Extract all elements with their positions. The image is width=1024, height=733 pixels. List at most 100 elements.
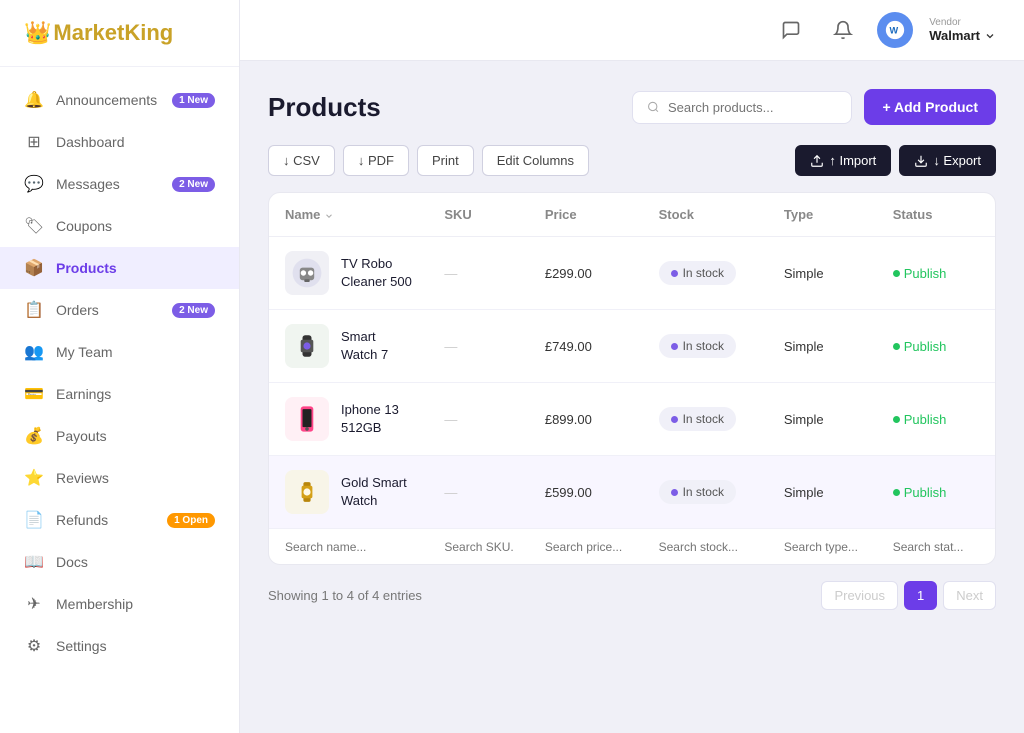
table-header-row: Name SKU Price Stock Type Status [269,193,995,237]
chat-icon[interactable] [773,12,809,48]
page-1-button[interactable]: 1 [904,581,937,610]
prev-page-button[interactable]: Previous [821,581,898,610]
cell-status-4: Publish [877,456,995,529]
table-row[interactable]: Iphone 13 512GB — £899.00 In stock Simpl… [269,383,995,456]
cell-type-2: Simple [768,310,877,383]
edit-columns-button[interactable]: Edit Columns [482,145,589,176]
sidebar-label-dashboard: Dashboard [56,134,215,150]
search-stock-input[interactable] [659,540,752,554]
coupons-icon: 🏷 [24,216,44,236]
sidebar-item-orders[interactable]: 📋 Orders 2 New [0,289,239,331]
table-row[interactable]: Gold Smart Watch — £599.00 In stock Simp… [269,456,995,529]
search-type-input[interactable] [784,540,861,554]
col-type: Type [768,193,877,237]
csv-button[interactable]: ↓ CSV [268,145,335,176]
sidebar-item-earnings[interactable]: 💳 Earnings [0,373,239,415]
product-name-1: TV Robo Cleaner 500 [341,255,412,291]
sidebar-item-settings[interactable]: ⚙ Settings [0,625,239,667]
cell-type-3: Simple [768,383,877,456]
sidebar-label-payouts: Payouts [56,428,215,444]
table-row[interactable]: Smart Watch 7 — £749.00 In stock Simple … [269,310,995,383]
cell-stock-2: In stock [643,310,768,383]
export-button[interactable]: ↓ Export [899,145,996,176]
toolbar-right: ↑ Import ↓ Export [795,145,996,176]
sort-icon [324,211,334,221]
sidebar-item-myteam[interactable]: 👥 My Team [0,331,239,373]
search-price-input[interactable] [545,540,627,554]
search-name-input[interactable] [285,540,412,554]
search-box[interactable] [632,91,852,124]
search-input[interactable] [668,100,838,115]
status-dot [893,270,900,277]
sidebar-item-products[interactable]: 📦 Products [0,247,239,289]
next-page-button[interactable]: Next [943,581,996,610]
orders-icon: 📋 [24,300,44,320]
cell-sku-4: — [428,456,529,529]
cell-status-2: Publish [877,310,995,383]
export-icon [914,154,928,168]
sidebar-item-payouts[interactable]: 💰 Payouts [0,415,239,457]
cell-type-1: Simple [768,237,877,310]
sidebar-item-refunds[interactable]: 📄 Refunds 1 Open [0,499,239,541]
svg-text:W: W [890,26,899,36]
page-title: Products [268,92,381,123]
sidebar-label-earnings: Earnings [56,386,215,402]
settings-icon: ⚙ [24,636,44,656]
sidebar-item-membership[interactable]: ✈ Membership [0,583,239,625]
stock-dot [671,416,678,423]
print-button[interactable]: Print [417,145,474,176]
toolbar-left: ↓ CSV ↓ PDF Print Edit Columns [268,145,589,176]
col-name[interactable]: Name [269,193,428,237]
pagination-controls: Previous 1 Next [821,581,996,610]
sidebar-label-refunds: Refunds [56,512,167,528]
sidebar-nav: 🔔 Announcements 1 New ⊞ Dashboard 💬 Mess… [0,67,239,733]
status-dot [893,489,900,496]
bell-icon[interactable] [825,12,861,48]
stock-dot [671,343,678,350]
sidebar-item-coupons[interactable]: 🏷 Coupons [0,205,239,247]
vendor-avatar[interactable]: W [877,12,913,48]
logo-name-end: King [124,20,173,45]
product-name-2: Smart Watch 7 [341,328,412,364]
sidebar-item-announcements[interactable]: 🔔 Announcements 1 New [0,79,239,121]
vendor-name: Walmart [929,28,996,43]
sidebar-label-reviews: Reviews [56,470,215,486]
col-stock: Stock [643,193,768,237]
product-thumb-3 [285,397,329,441]
product-thumb-4 [285,470,329,514]
badge-orders: 2 New [172,303,215,318]
vendor-label: Vendor [929,17,996,28]
search-status-input[interactable] [893,540,979,554]
topbar: W Vendor Walmart [240,0,1024,61]
sidebar-label-messages: Messages [56,176,172,192]
sidebar-item-messages[interactable]: 💬 Messages 2 New [0,163,239,205]
cell-status-1: Publish [877,237,995,310]
sidebar-label-orders: Orders [56,302,172,318]
status-dot [893,343,900,350]
vendor-info[interactable]: Vendor Walmart [929,17,996,43]
pdf-button[interactable]: ↓ PDF [343,145,409,176]
logo-name-start: Market [53,20,124,45]
messages-icon: 💬 [24,174,44,194]
refunds-icon: 📄 [24,510,44,530]
table-search-row [269,529,995,565]
cell-name-3: Iphone 13 512GB [269,383,428,456]
docs-icon: 📖 [24,552,44,572]
dashboard-icon: ⊞ [24,132,44,152]
search-sku-input[interactable] [444,540,513,554]
import-button[interactable]: ↑ Import [795,145,891,176]
sidebar-item-docs[interactable]: 📖 Docs [0,541,239,583]
cell-sku-3: — [428,383,529,456]
cell-name-1: TV Robo Cleaner 500 [269,237,428,310]
add-product-button[interactable]: + Add Product [864,89,996,125]
badge-announcements: 1 New [172,93,215,108]
sidebar-item-dashboard[interactable]: ⊞ Dashboard [0,121,239,163]
cell-stock-3: In stock [643,383,768,456]
products-icon: 📦 [24,258,44,278]
main-area: W Vendor Walmart Products + Add Product [240,0,1024,733]
pagination: Showing 1 to 4 of 4 entries Previous 1 N… [268,565,996,614]
cell-sku-1: — [428,237,529,310]
sidebar-label-docs: Docs [56,554,215,570]
table-row[interactable]: TV Robo Cleaner 500 — £299.00 In stock S… [269,237,995,310]
sidebar-item-reviews[interactable]: ⭐ Reviews [0,457,239,499]
